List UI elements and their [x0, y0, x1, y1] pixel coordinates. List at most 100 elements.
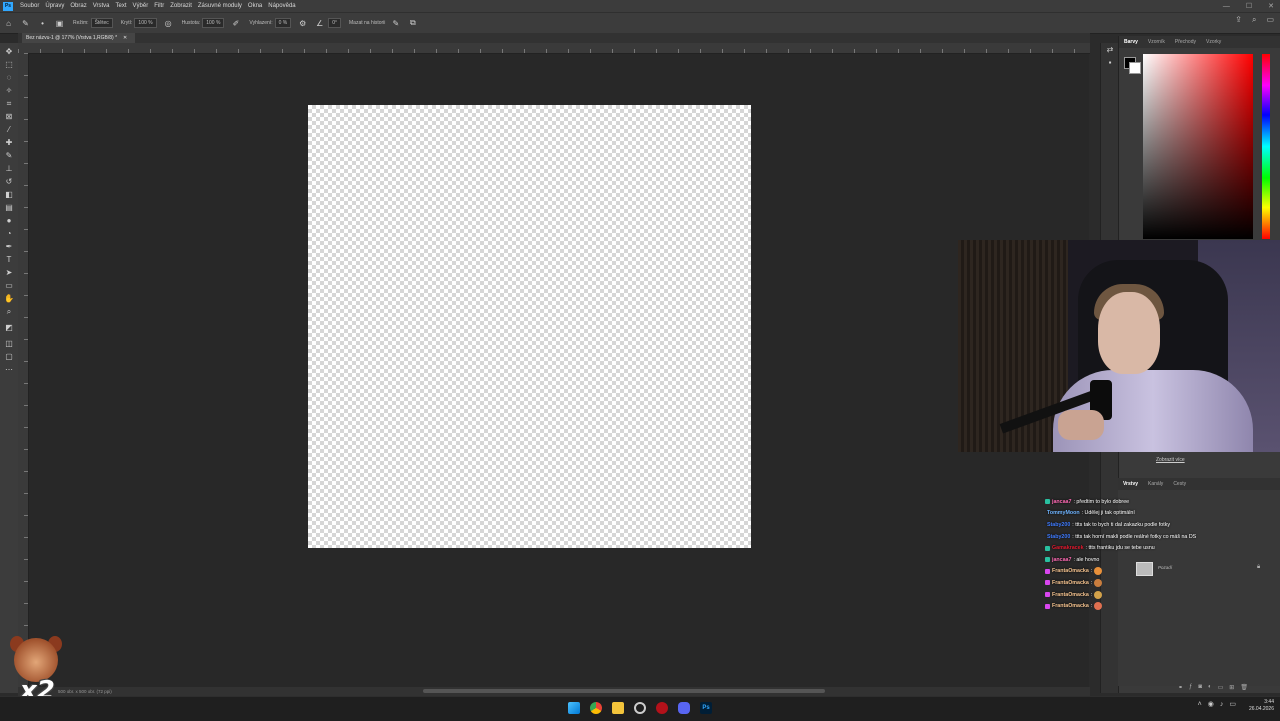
- folder-icon[interactable]: ▭: [1218, 684, 1224, 691]
- share-icon[interactable]: ⇪: [1235, 15, 1242, 25]
- frame-tool-icon[interactable]: ⊠: [4, 112, 14, 122]
- edit-toolbar-icon[interactable]: ⋯: [4, 365, 14, 375]
- brush-tool-icon[interactable]: ✎: [4, 151, 14, 161]
- flow-input[interactable]: 100 %: [202, 18, 225, 28]
- chat-badge-icon: [1045, 580, 1050, 586]
- chevron-up-icon[interactable]: ˄: [1198, 701, 1202, 708]
- move-tool-icon[interactable]: ✥: [4, 47, 14, 57]
- chat-emote-icon: [1094, 602, 1103, 611]
- stream-chat-overlay: jancaa7: předtim to bylo dobree TommyMoon…: [1043, 496, 1280, 612]
- trash-icon[interactable]: 🗑︎: [1240, 684, 1248, 691]
- hue-slider[interactable]: [1262, 54, 1270, 239]
- eraser-tool-icon[interactable]: ✎: [21, 19, 30, 28]
- eraser-tool-icon[interactable]: ◧: [4, 190, 14, 200]
- document-tab[interactable]: Bez názvu-1 @ 177% (Vrstva 1,RGB/8) * ✕: [22, 33, 136, 43]
- document-tab-bar: [18, 33, 1090, 43]
- tab-vzorky[interactable]: Vzorky: [1201, 39, 1226, 45]
- minimize-icon[interactable]: —: [1223, 3, 1230, 10]
- hand-tool-icon[interactable]: ✋: [4, 294, 14, 304]
- windows-start-icon[interactable]: [568, 702, 580, 714]
- history-panel-icon[interactable]: ⇄: [1105, 45, 1115, 55]
- app-red-icon[interactable]: [656, 702, 668, 714]
- background-color-swatch[interactable]: [1129, 62, 1141, 74]
- photoshop-taskbar-icon[interactable]: Ps: [700, 702, 712, 714]
- close-tab-icon[interactable]: ✕: [123, 35, 127, 41]
- file-explorer-icon[interactable]: [612, 702, 624, 714]
- new-layer-icon[interactable]: ⊞: [1229, 684, 1234, 691]
- close-icon[interactable]: ✕: [1268, 2, 1274, 10]
- menu-obraz[interactable]: Obraz: [67, 3, 89, 9]
- healing-brush-tool-icon[interactable]: ✚: [4, 138, 14, 148]
- tab-prechody[interactable]: Přechody: [1170, 39, 1201, 45]
- clone-stamp-tool-icon[interactable]: ⊥: [4, 164, 14, 174]
- crop-tool-icon[interactable]: ⌗: [4, 99, 14, 109]
- fx-icon[interactable]: ƒ: [1189, 684, 1192, 691]
- eyedropper-tool-icon[interactable]: ⁄: [4, 125, 14, 135]
- quick-selection-tool-icon[interactable]: ✧: [4, 86, 14, 96]
- menu-napoveda[interactable]: Nápověda: [265, 3, 298, 9]
- opacity-input[interactable]: 100 %: [134, 18, 157, 28]
- comments-panel-icon[interactable]: ▪: [1105, 58, 1115, 68]
- blur-tool-icon[interactable]: ●: [4, 216, 14, 226]
- zoom-tool-icon[interactable]: ⌕: [4, 307, 14, 317]
- history-brush-tool-icon[interactable]: ↺: [4, 177, 14, 187]
- mask-icon[interactable]: ◙: [1198, 684, 1202, 691]
- menu-vyber[interactable]: Výběr: [130, 3, 152, 9]
- menu-filtr[interactable]: Filtr: [151, 3, 167, 9]
- text-tool-icon[interactable]: T: [4, 255, 14, 265]
- obs-icon[interactable]: [634, 702, 646, 714]
- mode-select[interactable]: Štětec: [90, 18, 113, 28]
- battery-icon[interactable]: ▭: [1229, 700, 1236, 708]
- rectangle-tool-icon[interactable]: ▭: [4, 281, 14, 291]
- chat-emote-icon: [1094, 578, 1103, 587]
- smoothing-input[interactable]: 0 %: [274, 18, 292, 28]
- chat-message: FrantaOmacka:: [1043, 566, 1280, 578]
- link-layers-icon[interactable]: ⚭: [1178, 684, 1183, 691]
- quick-mask-icon[interactable]: ◫: [4, 339, 14, 349]
- erase-to-history-checkbox[interactable]: Mazat na historii: [349, 20, 385, 26]
- angle-input[interactable]: 0°: [328, 18, 341, 28]
- path-selection-tool-icon[interactable]: ➤: [4, 268, 14, 278]
- tab-vrstvy[interactable]: Vrstvy: [1118, 481, 1143, 487]
- transparent-canvas[interactable]: [308, 105, 751, 548]
- gradient-tool-icon[interactable]: ▤: [4, 203, 14, 213]
- tab-cesty[interactable]: Cesty: [1168, 481, 1191, 487]
- brush-preset-icon[interactable]: •: [38, 19, 47, 28]
- gear-icon[interactable]: ⚙: [298, 19, 307, 28]
- discord-icon[interactable]: [678, 702, 690, 714]
- menu-vrstva[interactable]: Vrstva: [90, 3, 113, 9]
- color-picker-field[interactable]: [1143, 54, 1253, 239]
- tab-vzornik[interactable]: Vzorník: [1143, 39, 1170, 45]
- menu-text[interactable]: Text: [113, 3, 130, 9]
- tab-barvy[interactable]: Barvy: [1119, 39, 1143, 45]
- menu-zobrazit[interactable]: Zobrazit: [167, 3, 195, 9]
- marquee-tool-icon[interactable]: ⬚: [4, 60, 14, 70]
- workspace-icon[interactable]: ▭: [1266, 15, 1274, 25]
- horizontal-scrollbar[interactable]: [423, 689, 825, 693]
- pen-tool-icon[interactable]: ✒: [4, 242, 14, 252]
- menu-upravy[interactable]: Úpravy: [42, 3, 67, 9]
- search-icon[interactable]: ⌕: [1252, 15, 1256, 25]
- taskbar-clock[interactable]: 3:44 26.04.2026: [1249, 699, 1274, 713]
- network-icon[interactable]: ◉: [1208, 700, 1214, 708]
- symmetry-icon[interactable]: ⧉: [408, 18, 417, 28]
- chrome-icon[interactable]: [590, 702, 602, 714]
- pressure-opacity-icon[interactable]: ◎: [164, 19, 173, 28]
- pressure-size-icon[interactable]: ✎: [391, 19, 400, 28]
- volume-icon[interactable]: ♪: [1220, 701, 1224, 708]
- adjustment-icon[interactable]: ◐: [1208, 684, 1212, 691]
- screen-mode-icon[interactable]: ▢: [4, 352, 14, 362]
- home-icon[interactable]: ⌂: [4, 19, 13, 28]
- menu-zasuvne-moduly[interactable]: Zásuvné moduly: [195, 3, 245, 9]
- menu-soubor[interactable]: Soubor: [17, 3, 42, 9]
- dodge-tool-icon[interactable]: ◔: [4, 229, 14, 239]
- clock-date: 26.04.2026: [1248, 706, 1274, 712]
- brush-settings-icon[interactable]: ▣: [55, 19, 64, 28]
- show-more-link[interactable]: Zobrazit více: [1156, 457, 1185, 463]
- menu-okna[interactable]: Okna: [245, 3, 265, 9]
- maximize-icon[interactable]: ☐: [1246, 2, 1252, 10]
- color-swatches-icon[interactable]: ◩: [4, 323, 14, 333]
- tab-kanaly[interactable]: Kanály: [1143, 481, 1168, 487]
- lasso-tool-icon[interactable]: ◌: [4, 73, 14, 83]
- airbrush-icon[interactable]: ✐: [231, 19, 240, 28]
